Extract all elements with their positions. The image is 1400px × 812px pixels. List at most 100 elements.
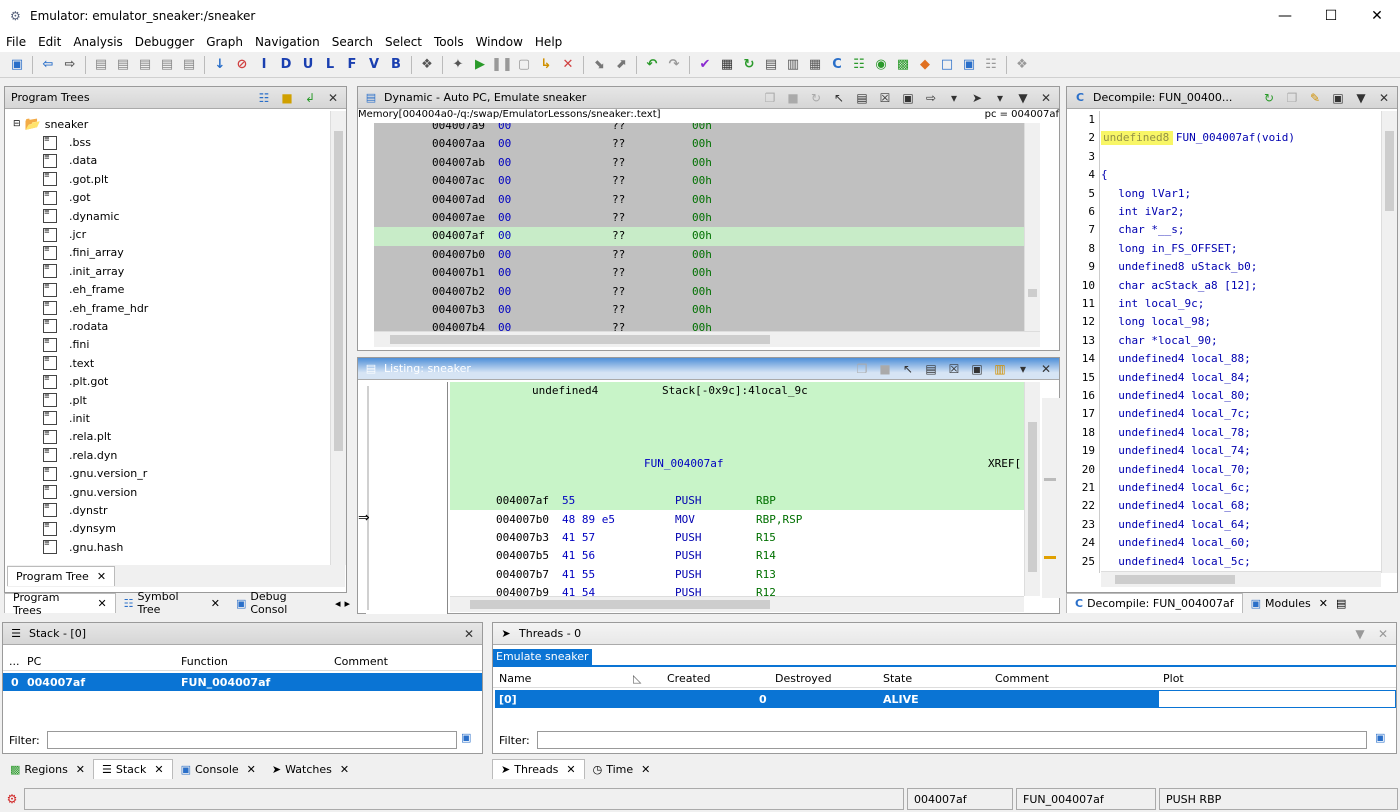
status-icon[interactable]: ⚙ (2, 788, 22, 810)
menu-edit[interactable]: Edit (32, 35, 67, 49)
menu-tools[interactable]: Tools (428, 35, 470, 49)
menu-graph[interactable]: Graph (200, 35, 249, 49)
close-icon[interactable]: ✕ (324, 89, 342, 107)
code-line[interactable]: 25 undefined4 local_5c; (1067, 553, 1367, 571)
code-line[interactable]: 14 undefined4 local_88; (1067, 350, 1367, 368)
collapse-icon[interactable]: ⊟ (13, 119, 21, 129)
tree-item[interactable]: ≡ .dynamic (13, 207, 148, 225)
launch-icon[interactable]: ✦ (449, 56, 467, 74)
col-state[interactable]: State (883, 672, 912, 685)
diamond-icon[interactable]: ◆ (916, 56, 934, 74)
back-arrow-icon[interactable]: ⇦ (39, 56, 57, 74)
listing-hscrollbar[interactable] (450, 596, 1024, 612)
listing-function-row[interactable]: FUN_004007af XREF[ (450, 455, 1024, 473)
datatype-icon[interactable]: ▥ (784, 56, 802, 74)
tree-item[interactable]: ≡ .fini (13, 336, 148, 354)
memory-row-current[interactable]: 004007af 00?? 00h (374, 227, 1024, 246)
tree-item[interactable]: ≡ .plt.got (13, 372, 148, 390)
code-line[interactable]: 20 undefined4 local_70; (1067, 461, 1367, 479)
tab-time[interactable]: ◷ Time ✕ (585, 759, 659, 779)
col-destroyed[interactable]: Destroyed (775, 672, 832, 685)
memory-row[interactable]: 004007b4 00?? 00h (374, 319, 1024, 331)
format-icon[interactable]: ▥ (991, 360, 1009, 378)
merge-icon[interactable]: ↲ (301, 89, 319, 107)
listing-row[interactable]: 004007af 55 PUSH RBP (450, 492, 1024, 510)
nav-icon[interactable]: ▤ (180, 56, 198, 74)
tree-item[interactable]: ≡ .jcr (13, 225, 148, 243)
filter-options-icon[interactable]: ▣ (1375, 731, 1385, 744)
menu-dropdown-icon[interactable]: ▼ (1352, 89, 1370, 107)
tree-item[interactable]: ≡ .rela.plt (13, 428, 148, 446)
step-over-icon[interactable]: ⬈ (612, 56, 630, 74)
code-line[interactable]: 11 int local_9c; (1067, 295, 1367, 313)
tree-item[interactable]: ≡ .fini_array (13, 244, 148, 262)
close-icon[interactable]: ✕ (1375, 89, 1393, 107)
memory-map-icon[interactable]: ▤ (762, 56, 780, 74)
plugin-icon[interactable]: ❖ (1013, 56, 1031, 74)
maximize-button[interactable]: ☐ (1308, 0, 1354, 32)
home-icon[interactable]: ▤ (853, 89, 871, 107)
tree-item[interactable]: ≡ .dynstr (13, 501, 148, 519)
scroll-left-icon[interactable]: ◂ (335, 597, 341, 610)
listing-row[interactable]: 004007b0 48 89 e5 MOV RBP,RSP (450, 511, 1024, 529)
down-arrow-icon[interactable]: ↓ (211, 56, 229, 74)
code-line[interactable]: 23 undefined4 local_64; (1067, 516, 1367, 534)
nav-icon[interactable]: ▤ (92, 56, 110, 74)
nav-icon[interactable]: ▤ (158, 56, 176, 74)
close-icon[interactable]: ✕ (97, 597, 106, 610)
code-line[interactable]: 5 long lVar1; (1067, 185, 1367, 203)
save-icon[interactable]: ▣ (8, 56, 26, 74)
col-comment[interactable]: Comment (995, 672, 1049, 685)
memory-view[interactable]: 004007a9 00?? 00h 004007aa 00?? 00h 004007ab… (374, 123, 1024, 331)
snapshot-icon[interactable]: ▣ (899, 89, 917, 107)
code-line[interactable]: 19 undefined4 local_74; (1067, 442, 1367, 460)
cursor-icon[interactable]: ↖ (899, 360, 917, 378)
follow-icon[interactable]: ➤ (968, 89, 986, 107)
copy-icon[interactable]: ❐ (1283, 89, 1301, 107)
memory-row[interactable]: 004007b1 00?? 00h (374, 264, 1024, 282)
memory-row[interactable]: 004007b3 00?? 00h (374, 301, 1024, 319)
close-icon[interactable]: ✕ (340, 763, 349, 776)
table-icon[interactable]: ▦ (806, 56, 824, 74)
copy-icon[interactable]: ❐ (853, 360, 871, 378)
menu-window[interactable]: Window (470, 35, 529, 49)
variable-icon[interactable]: V (365, 56, 383, 74)
code-line[interactable]: 16 undefined4 local_80; (1067, 387, 1367, 405)
col-comment[interactable]: Comment (334, 655, 388, 668)
listing-row[interactable]: 004007b3 41 57 PUSH R15 (450, 529, 1024, 547)
decompile-view[interactable]: 1 2 undefined8 FUN_004007af(void) 3 4{ 5 … (1067, 111, 1383, 573)
snapshot-icon[interactable]: ▣ (968, 360, 986, 378)
tree-item[interactable]: ≡ .init_array (13, 262, 148, 280)
resume-icon[interactable]: ▶ (471, 56, 489, 74)
menu-select[interactable]: Select (379, 35, 428, 49)
disconnect-icon[interactable]: ✕ (559, 56, 577, 74)
tab-console[interactable]: ▣ Console ✕ (173, 759, 264, 779)
forward-arrow-icon[interactable]: ⇨ (61, 56, 79, 74)
check-icon[interactable]: ✔ (696, 56, 714, 74)
edit-icon[interactable]: ✎ (1306, 89, 1324, 107)
new-tree-icon[interactable]: ☷ (255, 89, 273, 107)
debugger-icon[interactable]: ❖ (418, 56, 436, 74)
menu-navigation[interactable]: Navigation (249, 35, 326, 49)
tree-item[interactable]: ≡ .got.plt (13, 170, 148, 188)
tab-symbol-tree[interactable]: ☷ Symbol Tree ✕ (116, 590, 228, 616)
thread-subtab[interactable]: Emulate sneaker (493, 649, 592, 665)
tab-program-tree[interactable]: Program Tree ✕ (7, 566, 116, 586)
memory-row[interactable]: 004007b0 00?? 00h (374, 246, 1024, 264)
open-folder-icon[interactable]: ■ (278, 89, 296, 107)
tree-item[interactable]: ≡ .rodata (13, 317, 148, 335)
select-icon[interactable]: ☒ (945, 360, 963, 378)
stack-filter-input[interactable] (47, 731, 457, 749)
scroll-right-icon[interactable]: ▸ (344, 597, 350, 610)
close-icon[interactable]: ✕ (566, 763, 575, 776)
code-line[interactable]: 15 undefined4 local_84; (1067, 369, 1367, 387)
code-line[interactable]: 13 char *local_90; (1067, 332, 1367, 350)
track-icon[interactable]: ⇨ (922, 89, 940, 107)
code-line[interactable]: 24 undefined4 local_60; (1067, 534, 1367, 552)
close-icon[interactable]: ✕ (154, 763, 163, 776)
nav-icon[interactable]: ▤ (114, 56, 132, 74)
code-line[interactable]: 17 undefined4 local_7c; (1067, 405, 1367, 423)
memory-row[interactable]: 004007ae 00?? 00h (374, 209, 1024, 227)
tab-modules[interactable]: ▣ Modules ✕ (1243, 593, 1336, 613)
tree-item[interactable]: ≡ .bss (13, 133, 148, 151)
